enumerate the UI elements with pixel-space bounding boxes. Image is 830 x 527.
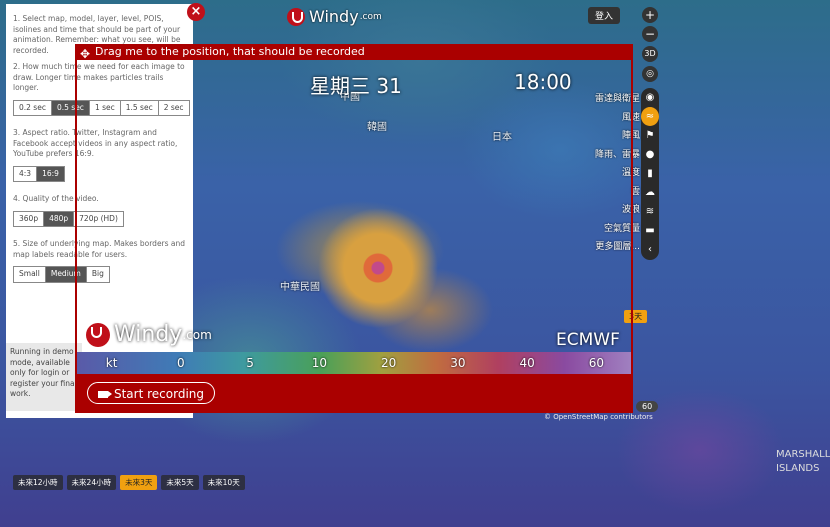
range-option[interactable]: 未來5天	[161, 475, 199, 490]
zoom-out-button[interactable]: −	[642, 26, 658, 42]
radar-icon[interactable]: ◉	[641, 88, 659, 107]
demo-notice: Running in demo mode, available only for…	[6, 343, 82, 411]
layer-icon-rail: ◉ ≈ ⚑ ● ▮ ☁ ≋ ▬ ‹	[641, 88, 659, 260]
scale-value: 40	[519, 356, 535, 370]
compass-icon[interactable]: ◎	[642, 66, 658, 82]
scale-value: 20	[380, 356, 397, 370]
drag-hint: Drag me to the position, that should be …	[95, 45, 365, 58]
video-camera-icon	[97, 391, 112, 398]
thermometer-icon[interactable]: ▮	[641, 164, 659, 183]
ratio-option[interactable]: 16:9	[37, 166, 64, 181]
scale-value: 10	[311, 356, 328, 370]
ratio-option[interactable]: 4:3	[14, 166, 38, 181]
day-label: 星期三 31	[310, 74, 402, 98]
scale-value: 0	[177, 356, 185, 370]
windy-logo-icon	[287, 7, 305, 26]
windy-logo-suffix: .com	[359, 11, 382, 22]
watermark-logo-suffix: .com	[182, 327, 212, 342]
size-option[interactable]: Small	[14, 267, 46, 282]
gust-icon[interactable]: ⚑	[641, 126, 659, 145]
model-label: ECMWF	[556, 330, 620, 350]
watermark-logo: Windy .com	[86, 322, 212, 347]
3d-button[interactable]: 3D	[642, 46, 658, 62]
start-recording-button[interactable]: Start recording	[87, 382, 215, 404]
ratio-selector: 4:3 16:9	[13, 165, 65, 182]
range-option[interactable]: 未來3天	[120, 475, 158, 490]
wind-scale-legend: kt 0 5 10 20 30 40 60	[77, 352, 631, 374]
duration-option[interactable]: 0.2 sec	[14, 100, 52, 115]
chevron-left-icon[interactable]: ‹	[641, 240, 659, 259]
range-option[interactable]: 未來12小時	[13, 475, 63, 490]
login-label: 登入	[595, 12, 614, 22]
forecast-range-bar: 未來12小時 未來24小時 未來3天 未來5天 未來10天	[13, 475, 245, 490]
zoom-in-button[interactable]: +	[642, 7, 658, 23]
info-pill[interactable]: 60	[636, 401, 659, 412]
range-option[interactable]: 未來24小時	[66, 475, 117, 490]
watermark-logo-name: Windy	[114, 322, 183, 347]
quality-option[interactable]: 480p	[44, 211, 75, 226]
scale-value: 30	[450, 356, 466, 370]
close-icon[interactable]: ×	[187, 3, 205, 21]
login-button[interactable]: 登入	[588, 7, 621, 24]
time-label: 18:00	[514, 70, 572, 94]
windy-logo[interactable]: Windy .com	[287, 7, 382, 26]
cloud-icon[interactable]: ☁	[641, 183, 659, 202]
map-label-marshall: MARSHALL ISLANDS	[776, 449, 830, 474]
drag-handle[interactable]: ✥ Drag me to the position, that should b…	[75, 44, 633, 61]
wind-icon[interactable]: ≈	[641, 107, 659, 126]
rain-icon[interactable]: ●	[641, 145, 659, 164]
scale-value: 60	[588, 356, 605, 370]
move-icon: ✥	[80, 47, 91, 61]
scale-value: 5	[246, 356, 254, 370]
quality-option[interactable]: 360p	[14, 211, 45, 226]
scale-unit: kt	[105, 356, 118, 370]
waves-icon[interactable]: ≋	[641, 202, 659, 221]
start-recording-label: Start recording	[113, 387, 205, 401]
range-option[interactable]: 未來10天	[202, 475, 245, 490]
windy-logo-name: Windy	[309, 7, 359, 26]
watermark-logo-icon	[86, 322, 110, 347]
recorder-footer: Start recording	[75, 374, 633, 413]
air-icon[interactable]: ▬	[641, 221, 659, 240]
osm-attribution[interactable]: © OpenStreetMap contributors	[544, 413, 653, 421]
